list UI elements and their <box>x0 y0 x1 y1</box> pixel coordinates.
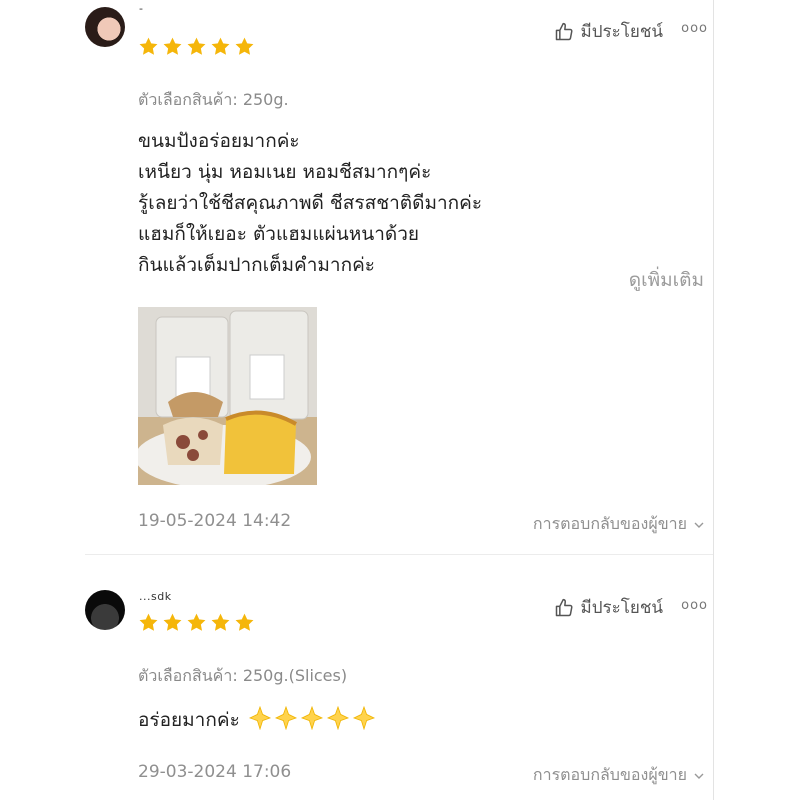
star-icon <box>139 613 158 631</box>
star-icon <box>211 613 230 631</box>
seller-reply-toggle[interactable]: การตอบกลับของผู้ขาย <box>533 763 705 788</box>
comment-line: เหนียว นุ่ม หอมเนย หอมชีสมากๆค่ะ <box>138 161 432 183</box>
helpful-button[interactable]: มีประโยชน์ <box>554 18 663 45</box>
see-more-link[interactable]: ดูเพิ่มเติม <box>629 265 704 295</box>
star-icon <box>163 613 182 631</box>
sparkle-star-emoji-icon <box>326 706 349 730</box>
more-options-button[interactable]: ooo <box>681 598 708 613</box>
seller-reply-label: การตอบกลับของผู้ขาย <box>532 514 687 533</box>
review-date: 19-05-2024 14:42 <box>138 511 292 531</box>
comment-line: ขนมปังอร่อยมากค่ะ <box>138 130 300 152</box>
avatar[interactable] <box>85 590 125 630</box>
star-icon <box>235 613 254 631</box>
star-rating <box>138 612 255 633</box>
sparkle-star-emoji-icon <box>352 706 375 730</box>
comment-line: กินแล้วเต็มปากเต็มคำมากค่ะ <box>138 254 375 276</box>
chevron-down-icon <box>694 522 704 528</box>
thumbs-up-icon <box>556 598 574 616</box>
helpful-label: มีประโยชน์ <box>580 22 663 42</box>
comment-line: รู้เลยว่าใช้ชีสคุณภาพดี ชีสรสชาติดีมากค่… <box>138 192 483 214</box>
star-icon <box>211 37 230 55</box>
comment-line: แฮมก็ให้เยอะ ตัวแฮมแผ่นหนาด้วย <box>138 223 420 245</box>
star-rating <box>138 36 255 57</box>
review-card: - มีประโยชน์ ooo ตัวเลือกสินค้า: 250g. ข… <box>0 0 800 555</box>
star-icon <box>187 37 206 55</box>
product-variant: ตัวเลือกสินค้า: 250g.(Slices) <box>138 666 348 685</box>
seller-reply-toggle[interactable]: การตอบกลับของผู้ขาย <box>533 512 705 537</box>
star-icon <box>187 613 206 631</box>
star-icon <box>139 37 158 55</box>
review-comment: อร่อยมากค่ะ <box>138 705 376 736</box>
sparkle-star-emoji-icon <box>248 706 271 730</box>
username[interactable]: - <box>139 2 143 15</box>
review-date: 29-03-2024 17:06 <box>138 762 292 782</box>
star-icon <box>235 37 254 55</box>
sparkle-star-emoji-icon <box>274 706 297 730</box>
review-comment: ขนมปังอร่อยมากค่ะ เหนียว นุ่ม หอมเนย หอม… <box>138 126 482 281</box>
bread-photo-image <box>138 307 317 485</box>
more-options-button[interactable]: ooo <box>681 21 708 36</box>
avatar[interactable] <box>85 7 125 47</box>
helpful-label: มีประโยชน์ <box>580 598 663 618</box>
helpful-button[interactable]: มีประโยชน์ <box>554 594 663 621</box>
star-icon <box>163 37 182 55</box>
sparkle-star-emoji-icon <box>300 706 323 730</box>
chevron-down-icon <box>694 773 704 779</box>
review-divider <box>85 554 713 555</box>
username[interactable]: ...sdk <box>139 590 172 603</box>
seller-reply-label: การตอบกลับของผู้ขาย <box>532 765 687 784</box>
comment-text: อร่อยมากค่ะ <box>138 709 240 731</box>
thumbs-up-icon <box>556 22 574 40</box>
sparkle-emoji-group <box>246 706 376 731</box>
product-variant: ตัวเลือกสินค้า: 250g. <box>138 90 289 109</box>
review-photo[interactable] <box>138 307 317 485</box>
